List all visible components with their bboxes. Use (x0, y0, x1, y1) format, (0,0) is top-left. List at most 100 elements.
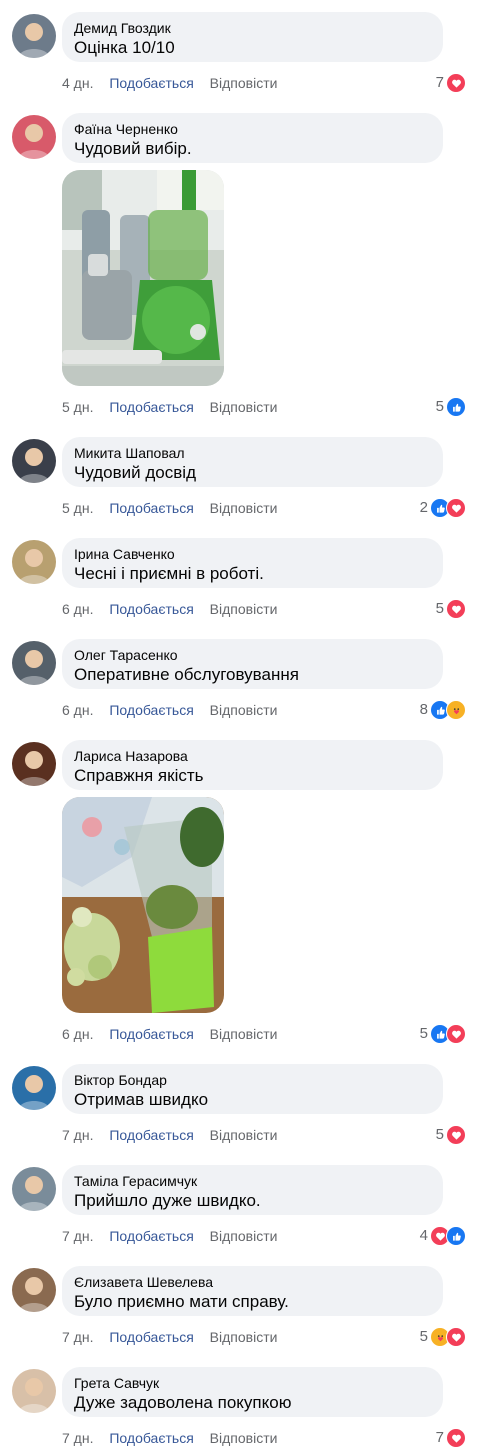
comment-time[interactable]: 6 дн. (62, 1026, 93, 1042)
reply-button[interactable]: Відповісти (210, 500, 278, 516)
reaction-count: 5 (435, 398, 444, 415)
comment-author[interactable]: Таміла Герасимчук (74, 1173, 431, 1189)
comment-author[interactable]: Олег Тарасенко (74, 647, 431, 663)
comment-author[interactable]: Єлизавета Шевелева (74, 1274, 431, 1290)
comment-bubble: Лариса Назарова Справжня якість (62, 740, 443, 790)
comment-text: Оцінка 10/10 (74, 38, 175, 57)
comment-time[interactable]: 5 дн. (62, 500, 93, 516)
comment-time[interactable]: 6 дн. (62, 601, 93, 617)
reaction-summary[interactable]: 7 (436, 73, 466, 93)
comment: Таміла Герасимчук Прийшло дуже швидко. 7… (0, 1165, 480, 1246)
comment-author[interactable]: Фаїна Черненко (74, 121, 431, 137)
reply-button[interactable]: Відповісти (210, 399, 278, 415)
comment-bubble: Фаїна Черненко Чудовий вибір. (62, 113, 443, 163)
care-reaction-icon (446, 700, 466, 720)
comment-time[interactable]: 6 дн. (62, 702, 93, 718)
like-button[interactable]: Подобається (109, 75, 193, 91)
reply-button[interactable]: Відповісти (210, 1430, 278, 1446)
like-button[interactable]: Подобається (109, 1329, 193, 1345)
reaction-summary[interactable]: 7 (436, 1428, 466, 1448)
avatar[interactable] (12, 14, 56, 58)
like-button[interactable]: Подобається (109, 601, 193, 617)
reaction-count: 7 (435, 74, 444, 91)
love-reaction-icon (446, 1327, 466, 1347)
comment-content: Демид Гвоздик Оцінка 10/10 4 дн. Подобає… (62, 12, 480, 93)
comment-time[interactable]: 7 дн. (62, 1430, 93, 1446)
like-button[interactable]: Подобається (109, 702, 193, 718)
comment-time[interactable]: 5 дн. (62, 399, 93, 415)
reply-button[interactable]: Відповісти (210, 1026, 278, 1042)
comment-time[interactable]: 7 дн. (62, 1228, 93, 1244)
reply-button[interactable]: Відповісти (210, 1127, 278, 1143)
comment-author[interactable]: Віктор Бондар (74, 1072, 431, 1088)
comment: Лариса Назарова Справжня якість 6 дн. По… (0, 740, 480, 1044)
comment-bubble: Таміла Герасимчук Прийшло дуже швидко. (62, 1165, 443, 1215)
reaction-summary[interactable]: 2 (420, 498, 466, 518)
reply-button[interactable]: Відповісти (210, 601, 278, 617)
comment-bubble: Грета Савчук Дуже задоволена покупкою (62, 1367, 443, 1417)
comment-actions: 6 дн. Подобається Відповісти 5 (62, 1024, 466, 1044)
comment-content: Таміла Герасимчук Прийшло дуже швидко. 7… (62, 1165, 480, 1246)
love-reaction-icon (446, 73, 466, 93)
love-reaction-icon (446, 599, 466, 619)
comment-author[interactable]: Лариса Назарова (74, 748, 431, 764)
comment-text: Було приємно мати справу. (74, 1292, 289, 1311)
comment-author[interactable]: Грета Савчук (74, 1375, 431, 1391)
avatar[interactable] (12, 1066, 56, 1110)
avatar[interactable] (12, 1268, 56, 1312)
reaction-summary[interactable]: 5 (436, 1125, 466, 1145)
avatar[interactable] (12, 641, 56, 685)
reaction-summary[interactable]: 5 (436, 599, 466, 619)
like-button[interactable]: Подобається (109, 1430, 193, 1446)
comment-actions: 6 дн. Подобається Відповісти 5 (62, 599, 466, 619)
comment: Фаїна Черненко Чудовий вибір. 5 дн. Подо… (0, 113, 480, 417)
comment-actions: 6 дн. Подобається Відповісти 8 (62, 700, 466, 720)
avatar[interactable] (12, 1369, 56, 1413)
like-reaction-icon (446, 397, 466, 417)
like-button[interactable]: Подобається (109, 1228, 193, 1244)
love-reaction-icon (446, 1428, 466, 1448)
comment-time[interactable]: 4 дн. (62, 75, 93, 91)
comment-text: Чудовий досвід (74, 463, 196, 482)
reaction-summary[interactable]: 5 (420, 1327, 466, 1347)
avatar[interactable] (12, 439, 56, 483)
like-button[interactable]: Подобається (109, 1026, 193, 1042)
reaction-count: 4 (419, 1227, 428, 1244)
comment-bubble: Микита Шаповал Чудовий досвід (62, 437, 443, 487)
like-button[interactable]: Подобається (109, 399, 193, 415)
comment: Ірина Савченко Чесні і приємні в роботі.… (0, 538, 480, 619)
avatar[interactable] (12, 540, 56, 584)
avatar[interactable] (12, 115, 56, 159)
reaction-summary[interactable]: 5 (436, 397, 466, 417)
comment-actions: 7 дн. Подобається Відповісти 5 (62, 1125, 466, 1145)
reaction-count: 5 (435, 600, 444, 617)
comment: Віктор Бондар Отримав швидко 7 дн. Подоб… (0, 1064, 480, 1145)
comment-text: Чудовий вибір. (74, 139, 192, 158)
juicer-photo[interactable] (62, 170, 224, 386)
comment-content: Ірина Савченко Чесні і приємні в роботі.… (62, 538, 480, 619)
comment-time[interactable]: 7 дн. (62, 1127, 93, 1143)
comment-actions: 7 дн. Подобається Відповісти 7 (62, 1428, 466, 1448)
reply-button[interactable]: Відповісти (210, 1228, 278, 1244)
reaction-summary[interactable]: 8 (420, 700, 466, 720)
reply-button[interactable]: Відповісти (210, 75, 278, 91)
comment-bubble: Ірина Савченко Чесні і приємні в роботі. (62, 538, 443, 588)
like-button[interactable]: Подобається (109, 500, 193, 516)
reply-button[interactable]: Відповісти (210, 702, 278, 718)
reaction-summary[interactable]: 4 (420, 1226, 466, 1246)
comment-time[interactable]: 7 дн. (62, 1329, 93, 1345)
blender-photo[interactable] (62, 797, 224, 1013)
comment-author[interactable]: Демид Гвоздик (74, 20, 431, 36)
comment-actions: 5 дн. Подобається Відповісти 5 (62, 397, 466, 417)
reply-button[interactable]: Відповісти (210, 1329, 278, 1345)
comment-author[interactable]: Микита Шаповал (74, 445, 431, 461)
comment-content: Фаїна Черненко Чудовий вибір. 5 дн. Подо… (62, 113, 480, 417)
comment-content: Грета Савчук Дуже задоволена покупкою 7 … (62, 1367, 480, 1448)
reaction-summary[interactable]: 5 (420, 1024, 466, 1044)
comment-author[interactable]: Ірина Савченко (74, 546, 431, 562)
avatar[interactable] (12, 742, 56, 786)
comment-actions: 4 дн. Подобається Відповісти 7 (62, 73, 466, 93)
avatar[interactable] (12, 1167, 56, 1211)
comment-text: Оперативне обслуговування (74, 665, 299, 684)
like-button[interactable]: Подобається (109, 1127, 193, 1143)
